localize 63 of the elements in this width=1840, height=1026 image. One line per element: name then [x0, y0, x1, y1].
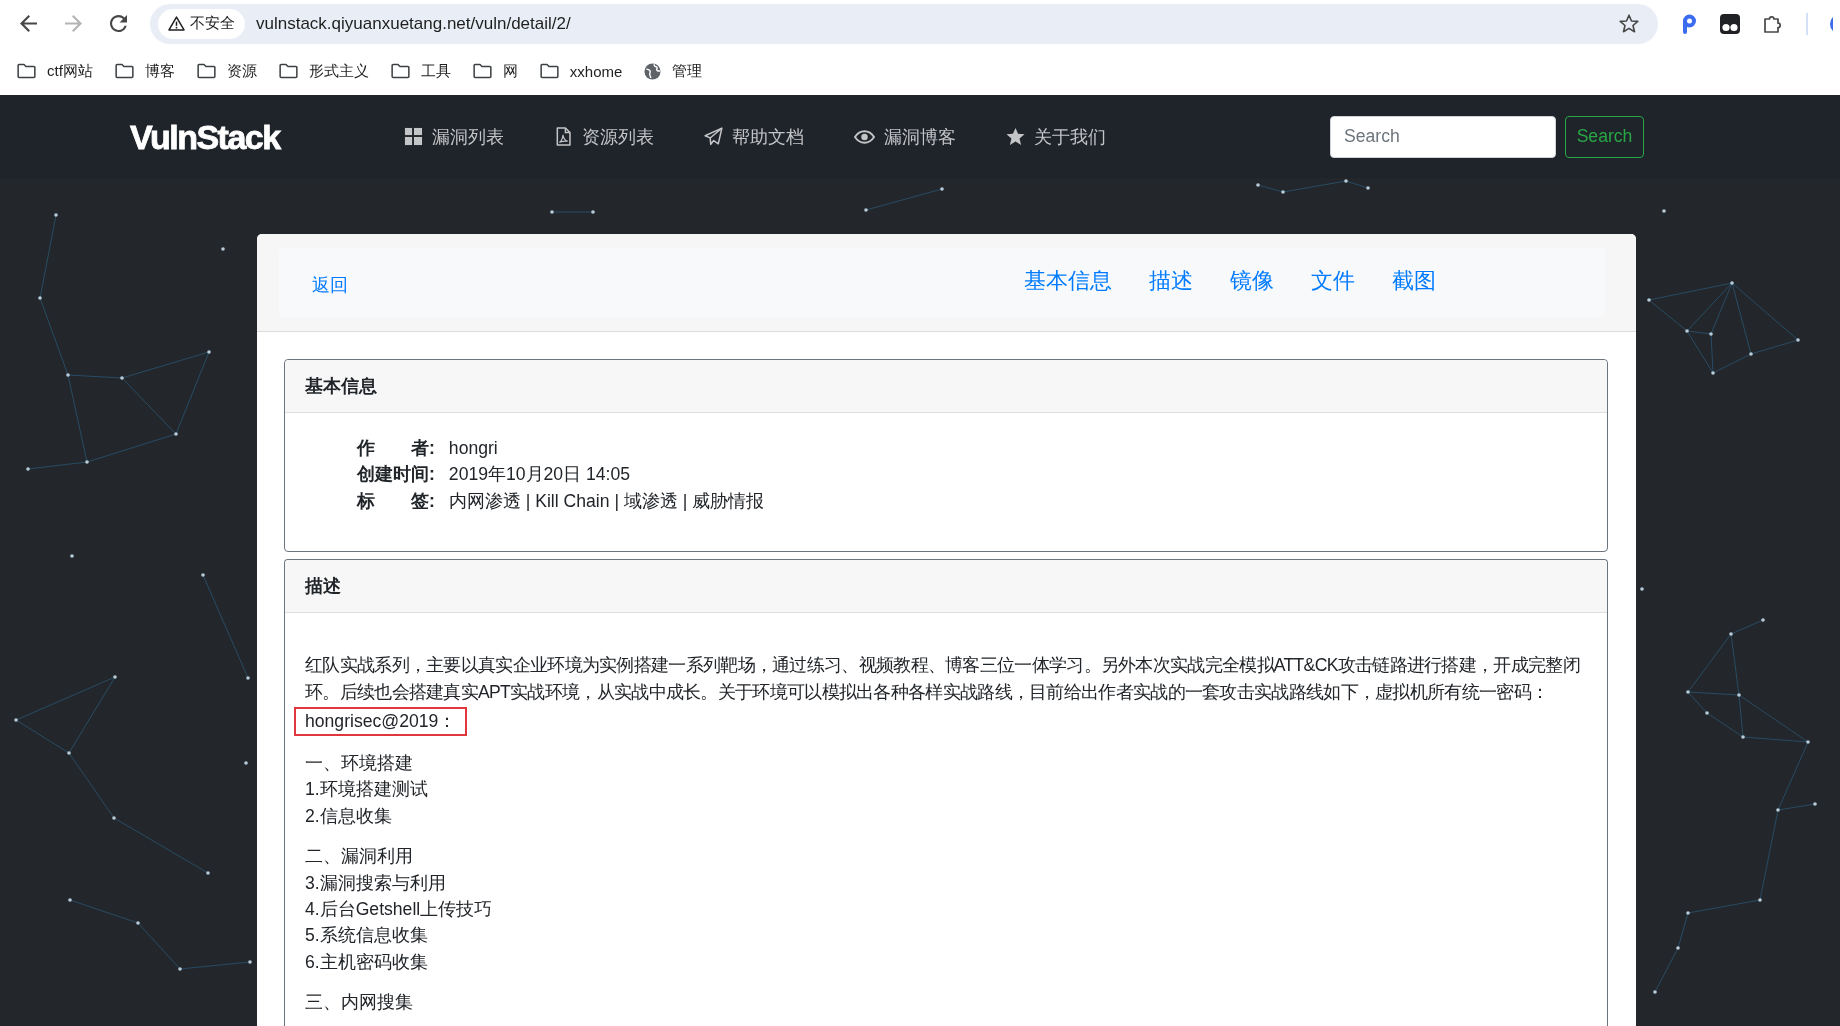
- warning-icon: [168, 16, 185, 31]
- bookmark-item[interactable]: xxhome: [539, 62, 623, 80]
- section-tab[interactable]: 描述: [1149, 265, 1193, 296]
- panel-title: 基本信息: [305, 375, 377, 398]
- list-item: 2.信息收集: [305, 804, 392, 828]
- field-label: 作 者:: [357, 437, 435, 460]
- paper-plane-icon: [703, 127, 723, 146]
- bookmark-star-icon[interactable]: [1619, 14, 1639, 33]
- field-label: 创建时间:: [357, 463, 435, 487]
- section-tab[interactable]: 镜像: [1230, 265, 1274, 296]
- folder-icon: [539, 63, 559, 79]
- list-item: 3.漏洞搜索与利用: [305, 871, 446, 895]
- nav-link[interactable]: 漏洞博客: [853, 124, 956, 149]
- nav-link[interactable]: 漏洞列表: [403, 124, 504, 149]
- folder-icon: [196, 63, 216, 79]
- two-circles-tile-icon[interactable]: [1720, 13, 1740, 34]
- bookmark-item[interactable]: 工具: [390, 61, 451, 81]
- section-tab[interactable]: 基本信息: [1024, 265, 1112, 296]
- section-heading: 三、内网搜集: [305, 991, 413, 1015]
- bookmark-item[interactable]: 博客: [114, 61, 175, 81]
- search-field[interactable]: Search: [1330, 115, 1556, 158]
- extension-icon[interactable]: [1681, 13, 1697, 34]
- reload-icon: [109, 15, 127, 32]
- folder-icon: [17, 63, 36, 79]
- list-item: 6.主机密码收集: [305, 950, 428, 974]
- back-link[interactable]: 返回: [312, 273, 348, 297]
- folder-icon: [114, 63, 134, 79]
- field-value: 内网渗透 | Kill Chain | 域渗透 | 威胁情报: [448, 489, 765, 513]
- section-tab[interactable]: 文件: [1311, 265, 1355, 296]
- panel-title: 描述: [305, 575, 341, 599]
- field-label: 标 签:: [357, 489, 435, 513]
- folder-icon: [390, 63, 410, 79]
- folder-icon: [278, 63, 298, 79]
- bookmark-item[interactable]: ctf网站: [17, 61, 93, 81]
- site-logo[interactable]: VulnStack: [130, 119, 280, 154]
- search-button[interactable]: Search: [1565, 115, 1644, 158]
- bookmark-item[interactable]: 网: [472, 61, 518, 81]
- list-item: 4.后台Getshell上传技巧: [305, 898, 493, 922]
- security-chip[interactable]: 不安全: [158, 8, 245, 39]
- eye-icon: [853, 129, 875, 144]
- highlighted-password: hongrisec@2019：: [294, 707, 468, 737]
- star-icon: [1005, 127, 1025, 146]
- nav-link[interactable]: 帮助文档: [703, 124, 804, 149]
- url-text: vulnstack.qiyuanxuetang.net/vuln/detail/2/: [256, 13, 571, 34]
- section-heading: 一、环境搭建: [305, 752, 413, 776]
- section-tab[interactable]: 截图: [1392, 265, 1436, 296]
- section-heading: 二、漏洞利用: [305, 845, 413, 869]
- folder-icon: [472, 63, 492, 79]
- puzzle-icon[interactable]: [1763, 13, 1783, 34]
- address-bar[interactable]: 不安全 vulnstack.qiyuanxuetang.net/vuln/detail/2/: [150, 3, 1658, 44]
- back-arrow-icon: [19, 15, 37, 32]
- globe-icon: [644, 62, 662, 80]
- list-item: 5.系统信息收集: [305, 924, 428, 948]
- nav-link[interactable]: 资源列表: [553, 124, 654, 149]
- grid-icon: [403, 127, 423, 146]
- bookmark-item[interactable]: 资源: [196, 61, 257, 81]
- forward-arrow-icon: [64, 15, 82, 32]
- list-item: 1.环境搭建测试: [305, 778, 428, 802]
- nav-link[interactable]: 关于我们: [1005, 124, 1106, 149]
- bookmark-item[interactable]: 管理: [644, 61, 703, 81]
- field-value: hongri: [448, 437, 498, 460]
- field-value: 2019年10月20日 14:05: [448, 463, 631, 487]
- bookmark-item[interactable]: 形式主义: [278, 61, 369, 81]
